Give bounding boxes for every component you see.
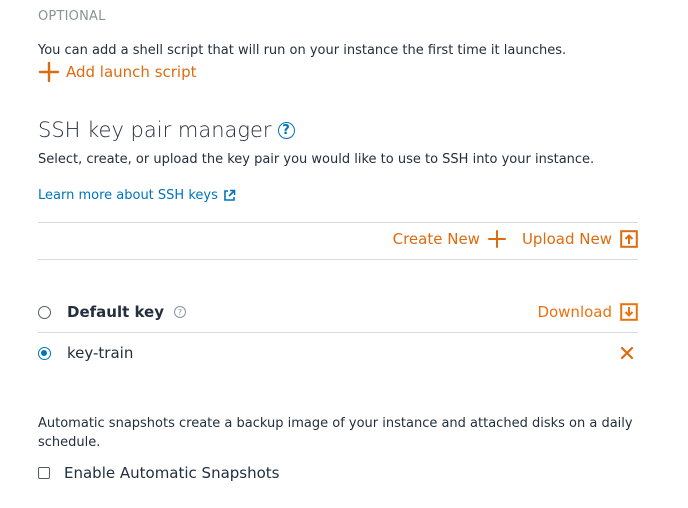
upload-icon [620,230,638,248]
create-new-label: Create New [392,230,480,248]
upload-new-key-button[interactable]: Upload New [522,230,638,248]
key-row-key-train: key-train [38,333,638,373]
help-circle-icon[interactable]: ? [174,306,187,318]
enable-snapshots-label: Enable Automatic Snapshots [64,464,280,482]
download-icon [620,303,638,321]
help-circle-icon[interactable]: ? [277,121,295,139]
close-icon[interactable] [620,346,634,360]
ssh-title-text: SSH key pair manager [38,118,272,142]
upload-new-label: Upload New [521,230,612,248]
key-row-default: Default key ? Download [38,292,638,332]
ssh-description: Select, create, or upload the key pair y… [38,152,595,167]
launch-script-description: You can add a shell script that will run… [38,43,567,58]
optional-label: OPTIONAL [38,9,106,24]
learn-more-ssh-link[interactable]: Learn more about SSH keys [38,188,236,203]
divider-top [38,222,638,223]
enable-snapshots-checkbox[interactable] [38,467,50,479]
snapshots-description: Automatic snapshots create a backup imag… [38,416,633,450]
plus-icon [487,230,506,248]
enable-snapshots-option[interactable]: Enable Automatic Snapshots [38,464,280,482]
download-key-button[interactable]: Download [537,303,638,321]
default-key-radio[interactable] [38,305,51,319]
learn-more-label: Learn more about SSH keys [38,188,218,203]
ssh-section-title: SSH key pair manager ? [38,118,295,142]
divider-actions [38,259,638,260]
add-launch-script-label: Add launch script [66,63,197,81]
download-label: Download [537,303,612,321]
create-new-key-button[interactable]: Create New [393,230,506,248]
key-actions: Create New Upload New [393,230,638,248]
plus-icon [38,61,60,83]
key-train-radio[interactable] [38,346,51,360]
key-name: key-train [67,344,134,362]
external-link-icon [224,189,236,201]
add-launch-script-button[interactable]: Add launch script [38,61,197,83]
key-name: Default key [67,303,165,321]
